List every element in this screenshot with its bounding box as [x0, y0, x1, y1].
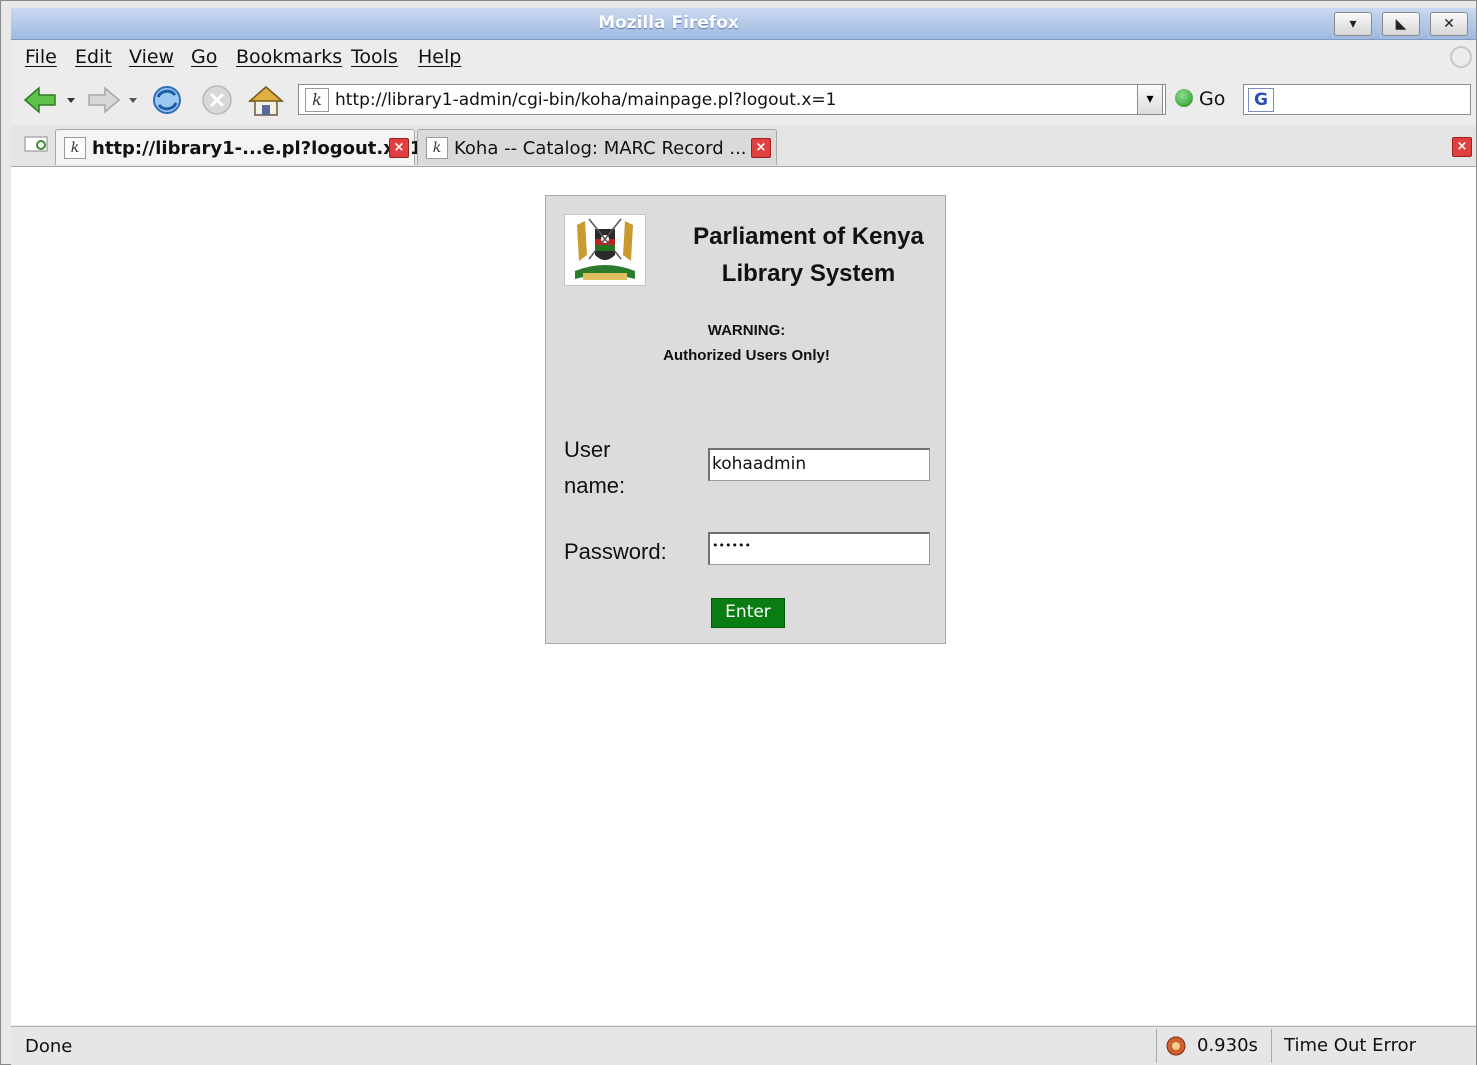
system-name: Library System	[721, 260, 896, 287]
username-label-line1: User	[564, 437, 611, 462]
home-icon[interactable]	[247, 84, 285, 116]
stop-icon[interactable]	[199, 84, 235, 116]
close-tab-icon[interactable]: ×	[389, 138, 409, 158]
throbber-icon	[1450, 46, 1472, 68]
url-text[interactable]: http://library1-admin/cgi-bin/koha/mainp…	[335, 90, 836, 110]
maximize-button[interactable]: ◣	[1382, 12, 1420, 36]
enter-button[interactable]: Enter	[711, 598, 785, 628]
warning-notice: WARNING: Authorized Users Only!	[546, 318, 947, 368]
menu-edit[interactable]: Edit	[75, 46, 112, 68]
status-text: Done	[25, 1036, 73, 1057]
menu-tools[interactable]: Tools	[351, 46, 398, 68]
load-time: 0.930s	[1197, 1035, 1258, 1056]
close-tab-icon[interactable]: ×	[1452, 137, 1472, 157]
close-window-button[interactable]: ✕	[1430, 12, 1468, 36]
menu-view[interactable]: View	[129, 46, 174, 68]
search-bar[interactable]: G	[1243, 84, 1471, 115]
coat-of-arms-icon	[564, 214, 646, 286]
google-icon[interactable]: G	[1248, 88, 1274, 112]
browser-window: Mozilla Firefox ▾ ◣ ✕ File Edit View Go …	[0, 0, 1477, 1065]
status-error: Time Out Error	[1284, 1035, 1417, 1056]
menu-help[interactable]: Help	[418, 46, 461, 68]
tab-marc-record[interactable]: k Koha -- Catalog: MARC Record ... ×	[417, 129, 777, 165]
minimize-button[interactable]: ▾	[1334, 12, 1372, 36]
menu-file[interactable]: File	[25, 46, 57, 68]
status-bar: Done 0.930s Time Out Error	[11, 1026, 1476, 1065]
new-tab-icon[interactable]	[23, 133, 51, 155]
tab-login[interactable]: k http://library1-...e.pl?logout.x=1 ×	[55, 129, 422, 165]
menu-go[interactable]: Go	[191, 46, 217, 68]
tab-label: Koha -- Catalog: MARC Record ...	[454, 138, 747, 159]
window-title: Mozilla Firefox	[598, 13, 739, 33]
password-field[interactable]: ••••••	[708, 532, 930, 565]
url-history-dropdown[interactable]: ▾	[1137, 84, 1163, 115]
url-bar[interactable]: k http://library1-admin/cgi-bin/koha/mai…	[298, 84, 1166, 115]
back-icon[interactable]	[23, 84, 79, 116]
org-name: Parliament of Kenya	[693, 223, 924, 250]
username-field[interactable]: kohaadmin	[708, 448, 930, 481]
status-extension-icon[interactable]	[1165, 1034, 1187, 1058]
organization-title: Parliament of Kenya Library System	[676, 218, 941, 292]
close-tab-icon[interactable]: ×	[751, 138, 771, 158]
login-panel: Parliament of Kenya Library System WARNI…	[545, 195, 946, 644]
page-content: Parliament of Kenya Library System WARNI…	[11, 167, 1476, 1025]
go-button[interactable]: Go	[1175, 88, 1225, 110]
password-label: Password:	[564, 539, 667, 564]
status-timing-panel: 0.930s	[1156, 1029, 1271, 1063]
go-label: Go	[1199, 88, 1226, 110]
navigation-toolbar: k http://library1-admin/cgi-bin/koha/mai…	[11, 77, 1476, 125]
tab-label: http://library1-...e.pl?logout.x=1	[92, 138, 423, 159]
site-favicon: k	[305, 88, 329, 112]
username-label-line2: name:	[564, 473, 626, 498]
warning-title: WARNING:	[707, 322, 786, 339]
title-bar: Mozilla Firefox ▾ ◣ ✕	[11, 8, 1476, 40]
reload-icon[interactable]	[149, 84, 185, 116]
tab-favicon: k	[426, 137, 448, 159]
menu-bookmarks[interactable]: Bookmarks	[236, 46, 342, 68]
go-icon	[1175, 89, 1193, 107]
menu-bar: File Edit View Go Bookmarks Tools Help	[11, 40, 1476, 76]
warning-text: Authorized Users Only!	[663, 347, 830, 364]
tab-bar: k http://library1-...e.pl?logout.x=1 × k…	[11, 125, 1476, 167]
forward-icon[interactable]	[85, 84, 141, 116]
status-error-panel: Time Out Error	[1271, 1029, 1476, 1063]
tab-favicon: k	[64, 137, 86, 159]
username-label: User name:	[564, 432, 625, 504]
